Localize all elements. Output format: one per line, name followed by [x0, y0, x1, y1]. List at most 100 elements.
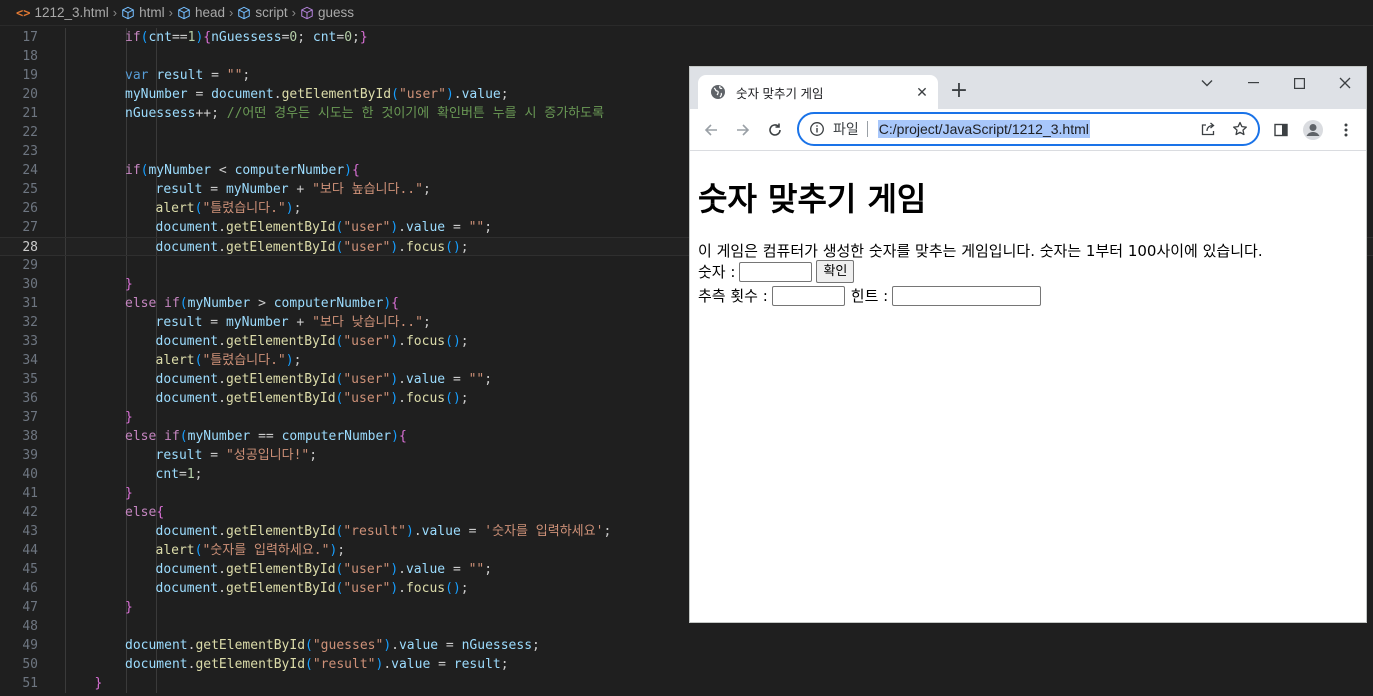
line-number: 38	[22, 429, 38, 444]
code-text: else{	[125, 505, 165, 520]
browser-tab[interactable]: 숫자 맞추기 게임 ✕	[698, 75, 938, 109]
indent-guide	[65, 655, 66, 674]
breadcrumb-head[interactable]: head	[177, 5, 225, 20]
indent-guide	[65, 332, 66, 351]
hint-result-input[interactable]	[892, 285, 1042, 306]
omnibox-divider	[866, 121, 868, 137]
indent-guide	[156, 617, 157, 636]
indent-guide	[65, 256, 66, 275]
maximize-icon[interactable]	[1276, 67, 1322, 99]
browser-window: 숫자 맞추기 게임 ✕ + 파일 C:/project/JavaScript/1…	[689, 66, 1367, 623]
line-number: 44	[22, 543, 38, 558]
code-line[interactable]: 18	[0, 47, 1373, 66]
line-number: 46	[22, 581, 38, 596]
indent-guide	[156, 47, 157, 66]
indent-guide	[156, 142, 157, 161]
code-text: if(cnt==1){nGuessess=0; cnt=0;}	[125, 30, 368, 45]
forward-arrow-icon[interactable]	[730, 117, 756, 143]
reload-icon[interactable]	[762, 117, 788, 143]
indent-guide	[126, 180, 127, 199]
back-arrow-icon[interactable]	[698, 117, 724, 143]
indent-guide	[65, 674, 66, 693]
address-bar[interactable]: 파일 C:/project/JavaScript/1212_3.html	[797, 112, 1260, 146]
indent-guide	[65, 427, 66, 446]
line-number: 40	[22, 467, 38, 482]
line-number: 21	[22, 106, 38, 121]
code-line[interactable]: 50 document.getElementById("result").valu…	[0, 655, 1373, 674]
line-number: 37	[22, 410, 38, 425]
code-text: result = myNumber + "보다 낮습니다..";	[155, 315, 431, 330]
code-text: result = "성공입니다!";	[155, 448, 318, 463]
code-line[interactable]: 51}	[0, 674, 1373, 693]
code-line[interactable]: 17 if(cnt==1){nGuessess=0; cnt=0;}	[0, 28, 1373, 47]
indent-guide	[156, 484, 157, 503]
indent-guide	[65, 199, 66, 218]
code-line[interactable]: 49 document.getElementById("guesses").val…	[0, 636, 1373, 655]
side-panel-icon[interactable]	[1268, 117, 1294, 143]
indent-guide	[156, 256, 157, 275]
close-icon[interactable]: ✕	[912, 84, 932, 101]
code-text: document.getElementById("user").focus();	[155, 581, 469, 596]
indent-guide	[126, 446, 127, 465]
indent-guide	[126, 389, 127, 408]
code-text: document.getElementById("user").focus();	[155, 240, 469, 255]
breadcrumb-file[interactable]: <> 1212_3.html	[16, 5, 109, 20]
indent-guide	[156, 598, 157, 617]
indent-guide	[126, 351, 127, 370]
indent-guide	[126, 332, 127, 351]
line-number: 47	[22, 600, 38, 615]
guesses-input[interactable]	[771, 285, 845, 306]
code-text: document.getElementById("result").value …	[125, 657, 509, 672]
profile-avatar-icon[interactable]	[1300, 117, 1326, 143]
window-close-icon[interactable]	[1322, 67, 1366, 99]
confirm-button[interactable]: 확인	[816, 260, 855, 283]
tab-search-chevron-icon[interactable]	[1184, 67, 1230, 99]
indent-guide	[65, 370, 66, 389]
indent-guide	[65, 47, 66, 66]
browser-toolbar: 파일 C:/project/JavaScript/1212_3.html	[690, 109, 1366, 151]
line-number: 27	[22, 220, 38, 235]
line-number: 36	[22, 391, 38, 406]
indent-guide	[65, 104, 66, 123]
line-number: 33	[22, 334, 38, 349]
code-text: }	[125, 277, 133, 292]
indent-guide	[65, 541, 66, 560]
line-number: 48	[22, 619, 38, 634]
symbol-method-icon	[301, 6, 313, 19]
code-text: var result = "";	[125, 68, 251, 83]
kebab-menu-icon[interactable]	[1333, 117, 1359, 143]
indent-guide	[65, 598, 66, 617]
html-file-icon: <>	[16, 5, 31, 20]
indent-guide	[65, 275, 66, 294]
line-number: 20	[22, 87, 38, 102]
indent-guide	[65, 85, 66, 104]
line-number: 41	[22, 486, 38, 501]
indent-guide	[126, 370, 127, 389]
breadcrumb-guess[interactable]: guess	[300, 5, 354, 20]
scheme-label: 파일	[833, 121, 859, 137]
indent-guide	[126, 142, 127, 161]
user-number-input[interactable]	[739, 261, 813, 282]
hint-label: 힌트 :	[850, 287, 889, 305]
star-icon[interactable]	[1229, 114, 1251, 144]
indent-guide	[65, 560, 66, 579]
line-number: 34	[22, 353, 38, 368]
info-icon[interactable]	[809, 121, 825, 137]
page-heading: 숫자 맞추기 게임	[698, 180, 927, 218]
new-tab-button[interactable]: +	[948, 79, 970, 103]
globe-icon	[711, 85, 725, 99]
line-number: 32	[22, 315, 38, 330]
indent-guide	[126, 579, 127, 598]
indent-guide	[126, 465, 127, 484]
indent-guide	[65, 218, 66, 237]
code-text: myNumber = document.getElementById("user…	[125, 87, 509, 102]
share-icon[interactable]	[1197, 114, 1219, 144]
guesses-label: 추측 횟수 :	[698, 287, 768, 305]
code-text: }	[94, 676, 103, 691]
url-text[interactable]: C:/project/JavaScript/1212_3.html	[877, 120, 1090, 138]
breadcrumb-script[interactable]: script	[237, 5, 288, 20]
code-text: nGuessess++; //어떤 경우든 시도는 한 것이기에 확인버튼 누를…	[125, 106, 605, 121]
minimize-icon[interactable]	[1230, 67, 1276, 99]
breadcrumb-file-label: 1212_3.html	[34, 5, 109, 20]
breadcrumb-html[interactable]: html	[121, 5, 165, 20]
